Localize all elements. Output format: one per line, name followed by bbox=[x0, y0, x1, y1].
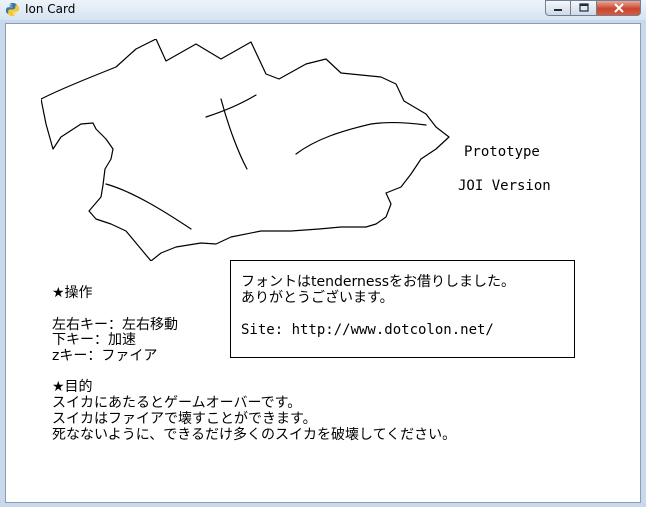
minimize-icon bbox=[554, 9, 562, 11]
title-bar[interactable]: Ion Card bbox=[0, 0, 646, 20]
objective-line-2: スイカはファイアで壊すことができます。 bbox=[52, 411, 317, 427]
game-canvas[interactable]: Prototype JOI Version フォントはtendernessをお借… bbox=[5, 23, 641, 503]
python-app-icon bbox=[5, 2, 20, 17]
controls-line-3: zキー：ファイア bbox=[52, 348, 158, 364]
controls-line-2: 下キー：加速 bbox=[52, 332, 136, 348]
version-label: JOI Version bbox=[458, 178, 551, 194]
minimize-button[interactable] bbox=[545, 0, 571, 16]
controls-heading: ★操作 bbox=[52, 285, 93, 301]
maximize-icon bbox=[578, 3, 589, 12]
font-credit-box: フォントはtendernessをお借りしました。 ありがとうございます。 Sit… bbox=[230, 260, 575, 358]
close-button[interactable] bbox=[597, 0, 641, 16]
prototype-label: Prototype bbox=[464, 144, 540, 160]
objective-heading: ★目的 bbox=[52, 379, 93, 395]
credit-line-2: ありがとうございます。 bbox=[241, 290, 394, 306]
game-logo-sketch bbox=[41, 39, 450, 261]
window-title: Ion Card bbox=[25, 2, 76, 16]
window-controls bbox=[545, 0, 641, 17]
credit-line-1: フォントはtendernessをお借りしました。 bbox=[241, 274, 516, 290]
maximize-button[interactable] bbox=[571, 0, 597, 16]
credit-site: Site: http://www.dotcolon.net/ bbox=[241, 322, 494, 338]
objective-line-3: 死なないように、できるだけ多くのスイカを破壊してください。 bbox=[52, 427, 457, 443]
objective-line-1: スイカにあたるとゲームオーバーです。 bbox=[52, 395, 302, 411]
controls-line-1: 左右キー：左右移動 bbox=[52, 317, 178, 333]
close-icon bbox=[613, 3, 624, 13]
